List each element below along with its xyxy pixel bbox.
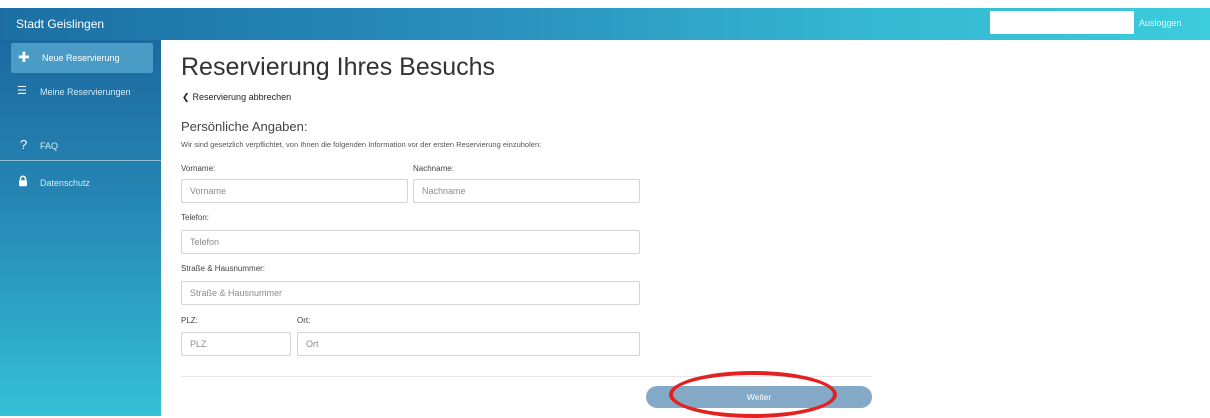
form-divider [181, 376, 872, 377]
chevron-left-icon: ❮ [182, 92, 190, 102]
cancel-reservation-label: Reservierung abbrechen [192, 92, 292, 102]
top-bar: Stadt Geislingen Ausloggen [0, 8, 1210, 40]
brand-title: Stadt Geislingen [16, 17, 105, 31]
last-name-input[interactable] [413, 179, 640, 203]
first-name-input[interactable] [181, 179, 408, 203]
user-name-box [990, 11, 1134, 34]
page-title: Reservierung Ihres Besuchs [181, 53, 496, 81]
street-input[interactable] [181, 281, 640, 305]
last-name-label: Nachname: [413, 164, 454, 173]
city-label: Ort: [297, 316, 311, 325]
postal-code-input[interactable] [181, 332, 291, 356]
next-button[interactable]: Weiter [646, 386, 872, 408]
first-name-label: Vorname: [181, 164, 216, 173]
phone-input[interactable] [181, 230, 640, 254]
sidebar-item-neue-reservierung[interactable]: ✚ Neue Reservierung [11, 43, 153, 73]
section-title: Persönliche Angaben: [181, 119, 308, 134]
cancel-reservation-link[interactable]: ❮ Reservierung abbrechen [182, 92, 291, 103]
plus-icon: ✚ [18, 49, 30, 65]
city-input[interactable] [297, 332, 640, 356]
sidebar: ✚ Neue Reservierung ☰ Meine Reservierung… [0, 40, 161, 416]
sidebar-item-meine-reservierungen[interactable]: ☰ Meine Reservierungen [0, 77, 161, 107]
lock-icon [18, 175, 32, 189]
street-label: Straße & Hausnummer: [181, 264, 266, 273]
sidebar-item-label: Meine Reservierungen [40, 87, 131, 97]
section-description: Wir sind gesetzlich verpflichtet, von Ih… [181, 140, 542, 149]
question-icon: ? [20, 137, 28, 152]
phone-label: Telefon: [181, 213, 210, 222]
postal-code-label: PLZ: [181, 316, 198, 325]
logout-link[interactable]: Ausloggen [1139, 18, 1182, 28]
sidebar-item-datenschutz[interactable]: Datenschutz [0, 168, 161, 198]
list-icon: ☰ [17, 85, 27, 97]
sidebar-item-faq[interactable]: ? FAQ [0, 131, 161, 161]
sidebar-item-label: Neue Reservierung [42, 53, 120, 63]
sidebar-item-label: Datenschutz [40, 178, 91, 188]
sidebar-item-label: FAQ [40, 141, 59, 151]
